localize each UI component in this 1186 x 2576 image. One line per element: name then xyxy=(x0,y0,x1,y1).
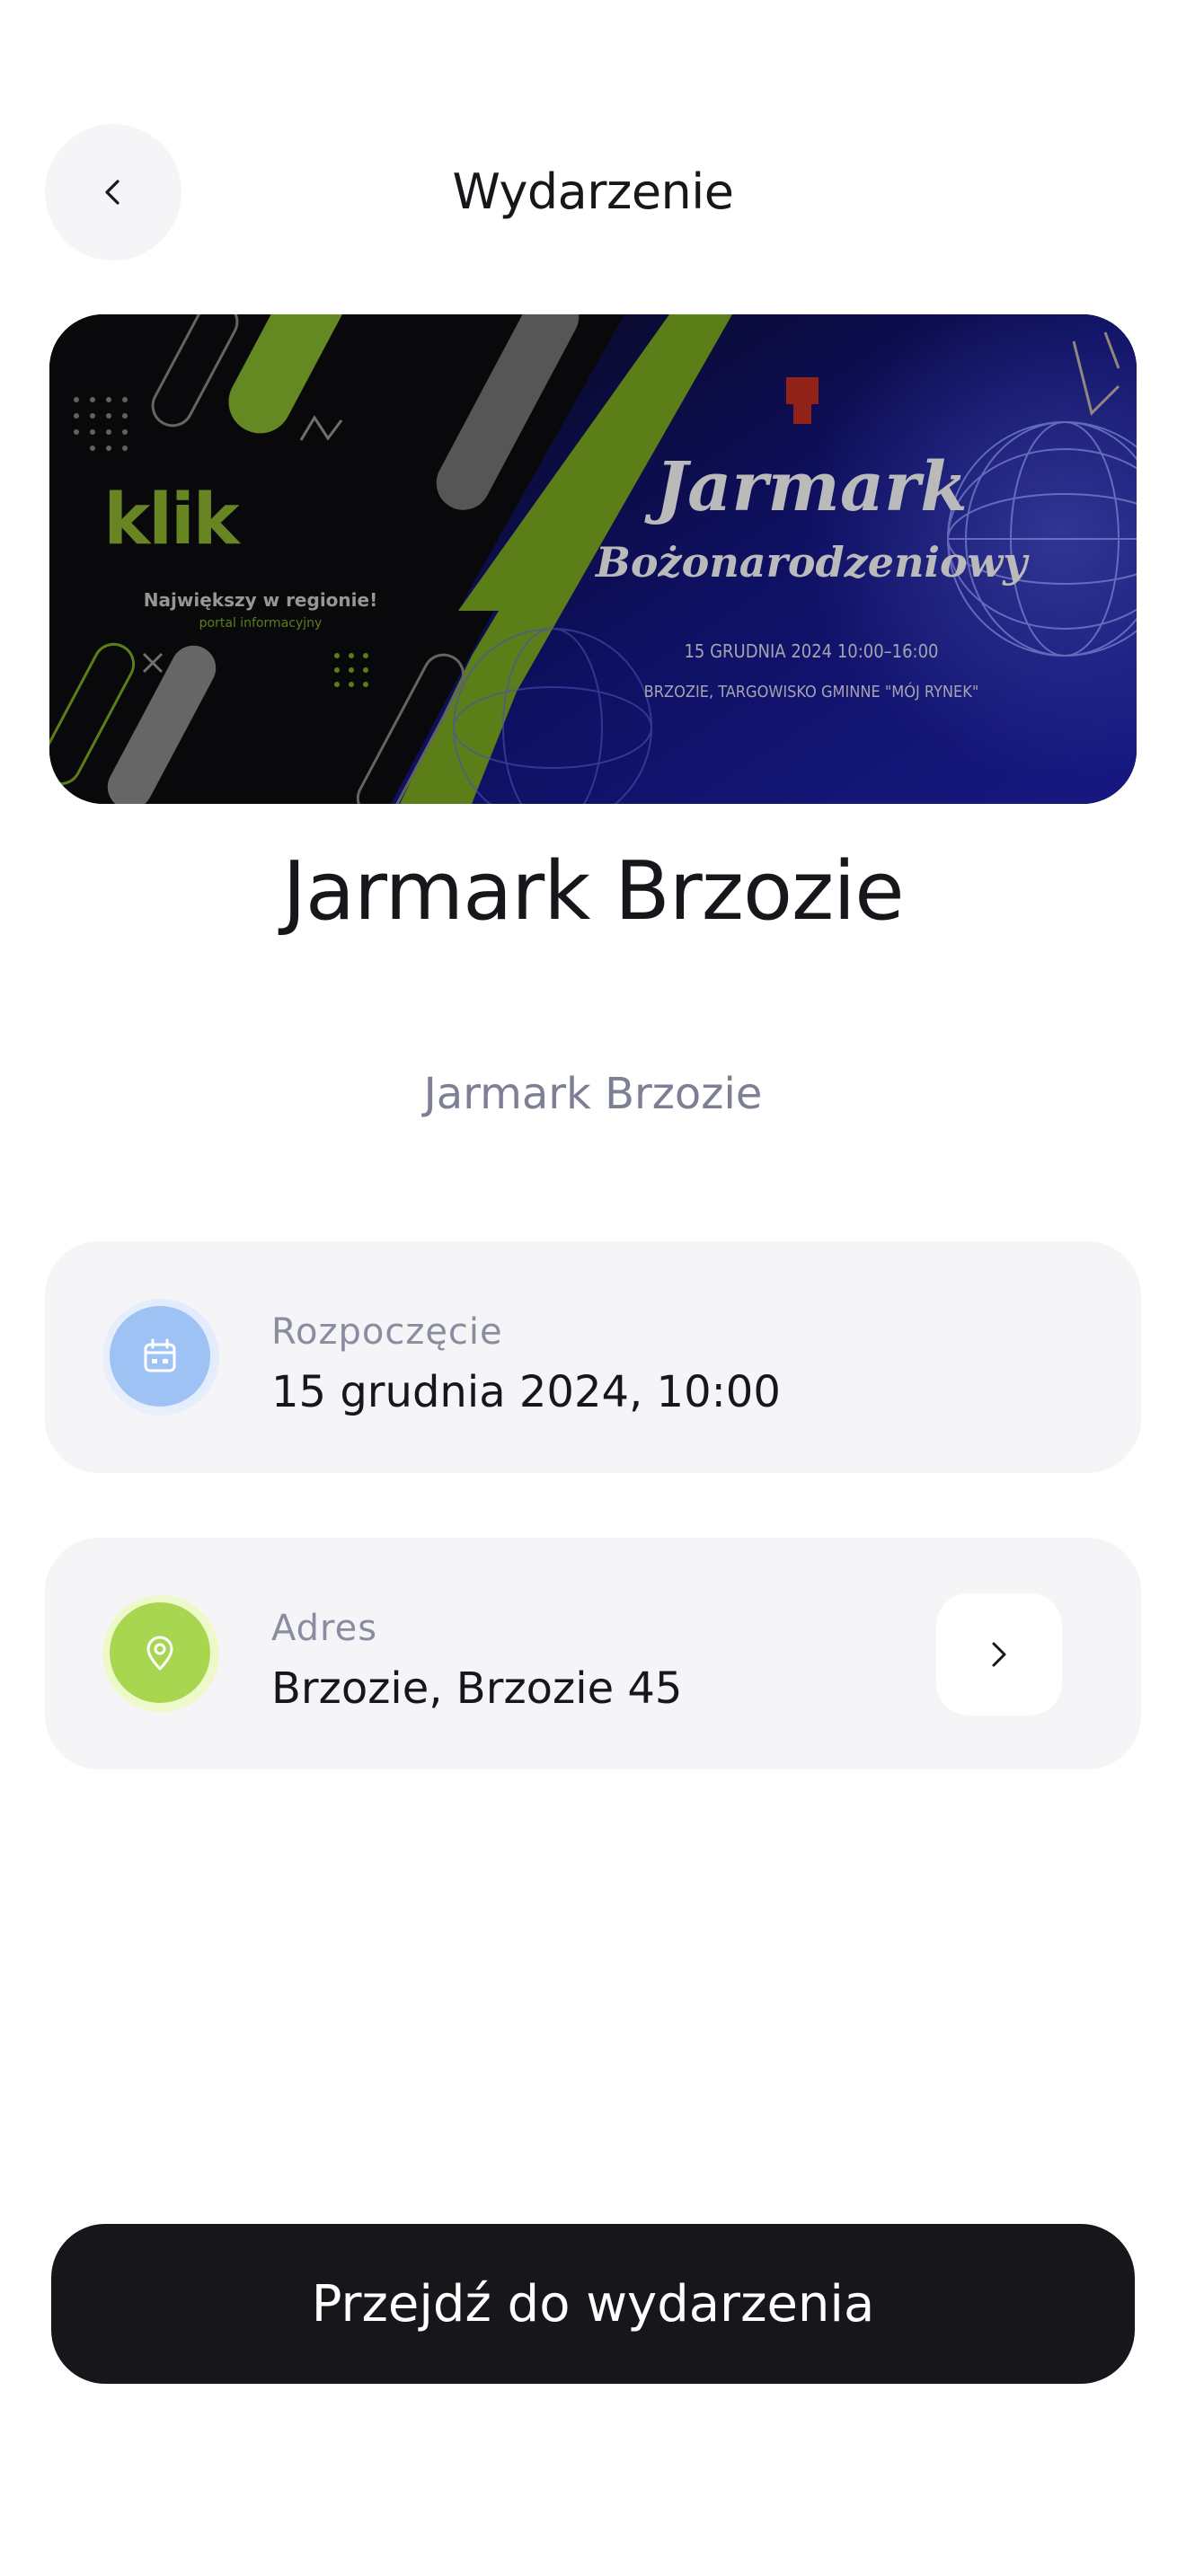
header: Wydarzenie xyxy=(0,0,1186,314)
chevron-right-icon xyxy=(992,1642,1006,1667)
go-to-event-button[interactable]: Przejdź do wydarzenia xyxy=(51,2224,1135,2384)
start-date-card: Rozpoczęcie 15 grudnia 2024, 10:00 xyxy=(45,1241,1141,1473)
event-title: Jarmark Brzozie xyxy=(282,844,904,939)
address-value: Brzozie, Brzozie 45 xyxy=(271,1663,683,1714)
address-open-button[interactable] xyxy=(936,1593,1062,1716)
calendar-icon xyxy=(110,1306,210,1407)
address-label: Adres xyxy=(271,1608,378,1649)
event-banner-image: klik Największy w regionie! portal infor… xyxy=(49,314,1137,804)
start-label: Rozpoczęcie xyxy=(271,1311,503,1353)
page-title: Wydarzenie xyxy=(452,163,735,220)
address-card[interactable]: Adres Brzozie, Brzozie 45 xyxy=(45,1538,1141,1769)
location-pin-icon xyxy=(110,1602,210,1703)
event-description: Jarmark Brzozie xyxy=(423,1069,763,1119)
start-value: 15 grudnia 2024, 10:00 xyxy=(271,1367,781,1417)
